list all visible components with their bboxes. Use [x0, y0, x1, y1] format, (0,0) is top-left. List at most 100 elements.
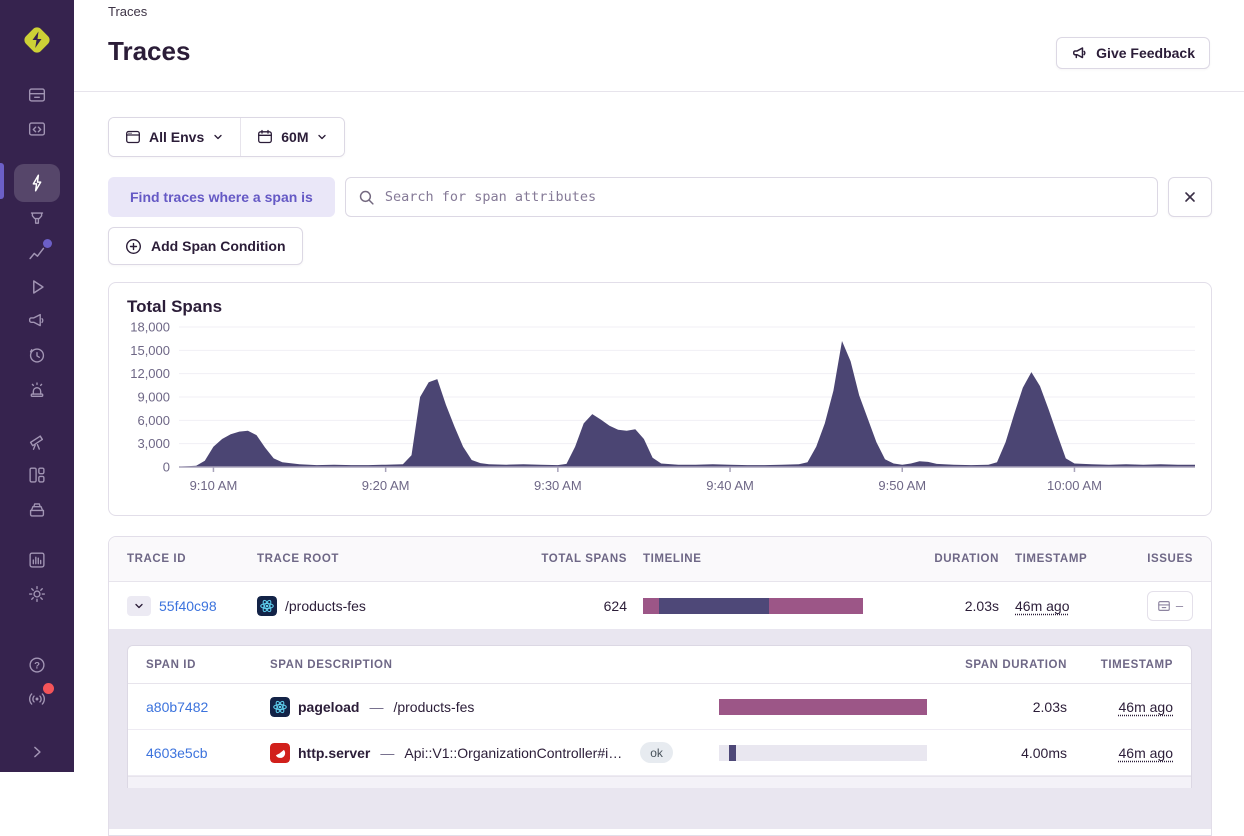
- col-timeline: TIMELINE: [643, 553, 893, 565]
- trace-timeline-bar[interactable]: [643, 598, 863, 614]
- issues-count-placeholder: –: [1176, 598, 1183, 613]
- span-row: 4603e5cb http.server — Api::V1::Organiza…: [128, 730, 1191, 776]
- spans-table-header: SPAN ID SPAN DESCRIPTION SPAN DURATION T…: [128, 646, 1191, 684]
- span-attribute-search[interactable]: [345, 177, 1158, 217]
- main-content: Traces Traces Give Feedback All Envs 60M…: [74, 0, 1244, 772]
- span-duration-bar[interactable]: [719, 745, 927, 761]
- archive-box-icon: [26, 498, 48, 520]
- svg-text:6,000: 6,000: [137, 413, 170, 428]
- sidebar-collapse-button[interactable]: [14, 735, 60, 769]
- sidebar-item-explore[interactable]: [14, 164, 60, 202]
- sidebar-item-alerts[interactable]: [14, 372, 60, 406]
- sidebar-item-issues[interactable]: [14, 78, 60, 112]
- search-icon: [358, 189, 375, 206]
- funnel-icon: [26, 208, 48, 230]
- time-range-filter-value: 60M: [281, 129, 308, 145]
- sidebar-item-archive[interactable]: [14, 492, 60, 526]
- total-spans-area-chart: 03,0006,0009,00012,00015,00018,0009:10 A…: [127, 319, 1197, 497]
- span-duration: 4.00ms: [957, 745, 1067, 761]
- svg-text:9:40 AM: 9:40 AM: [706, 478, 754, 493]
- span-id-link[interactable]: a80b7482: [146, 699, 208, 715]
- siren-icon: [26, 378, 48, 400]
- page-title: Traces: [108, 36, 190, 67]
- close-icon: [1182, 189, 1198, 205]
- clear-query-button[interactable]: [1168, 177, 1212, 217]
- trace-timestamp[interactable]: 46m ago: [1015, 598, 1069, 614]
- add-span-condition-button[interactable]: Add Span Condition: [108, 227, 303, 265]
- trace-query-row: Find traces where a span is: [108, 177, 1212, 217]
- sidebar-item-settings[interactable]: [14, 577, 60, 611]
- chevron-right-icon: [27, 742, 47, 762]
- svg-text:9:30 AM: 9:30 AM: [534, 478, 582, 493]
- next-row-partial: [128, 776, 1191, 788]
- trace-duration: 2.03s: [909, 598, 999, 614]
- telescope-icon: [26, 430, 48, 452]
- sidebar-item-profiling[interactable]: [14, 202, 60, 236]
- traces-table-header: TRACE ID TRACE ROOT TOTAL SPANS TIMELINE…: [109, 537, 1211, 582]
- projects-icon: [26, 118, 48, 140]
- time-range-filter[interactable]: 60M: [240, 118, 344, 156]
- search-input[interactable]: [383, 188, 1145, 206]
- trace-root-label[interactable]: /products-fes: [285, 598, 366, 614]
- span-operation: pageload: [298, 699, 359, 715]
- chevron-down-icon: [212, 131, 224, 143]
- react-project-icon: [257, 596, 277, 616]
- chart-title: Total Spans: [127, 297, 1193, 317]
- sidebar: ?: [0, 0, 74, 772]
- stats-bars-icon: [26, 549, 48, 571]
- svg-text:9:20 AM: 9:20 AM: [362, 478, 410, 493]
- svg-text:3,000: 3,000: [137, 436, 170, 451]
- col-timestamp: TIMESTAMP: [1015, 553, 1115, 565]
- whats-new-notification-dot: [43, 683, 54, 694]
- span-description: Api::V1::OrganizationController#i…: [404, 745, 622, 761]
- col-span-description: SPAN DESCRIPTION: [270, 659, 703, 671]
- sidebar-item-projects[interactable]: [14, 112, 60, 146]
- plus-circle-icon: [125, 238, 142, 255]
- breadcrumb[interactable]: Traces: [108, 4, 147, 19]
- traces-table: TRACE ID TRACE ROOT TOTAL SPANS TIMELINE…: [108, 536, 1212, 836]
- sidebar-item-discover[interactable]: [14, 424, 60, 458]
- sidebar-item-replays[interactable]: [14, 270, 60, 304]
- separator: —: [367, 699, 385, 715]
- sidebar-item-user-feedback[interactable]: [14, 304, 60, 338]
- svg-text:9:50 AM: 9:50 AM: [878, 478, 926, 493]
- window-icon: [125, 129, 141, 145]
- span-id-link[interactable]: 4603e5cb: [146, 745, 208, 761]
- trace-issues-button[interactable]: –: [1147, 591, 1193, 621]
- sidebar-item-insights[interactable]: [14, 236, 60, 270]
- expanded-trace-region: SPAN ID SPAN DESCRIPTION SPAN DURATION T…: [109, 629, 1211, 829]
- trace-expand-toggle[interactable]: [127, 596, 151, 616]
- lightning-icon: [26, 172, 48, 194]
- trace-id-link[interactable]: 55f40c98: [159, 598, 217, 614]
- sidebar-item-releases[interactable]: [14, 338, 60, 372]
- span-duration-bar[interactable]: [719, 699, 927, 715]
- add-span-condition-label: Add Span Condition: [151, 238, 286, 254]
- trace-total-spans: 624: [521, 598, 627, 614]
- col-span-timestamp: TIMESTAMP: [1083, 659, 1173, 671]
- play-icon: [26, 276, 48, 298]
- environment-filter[interactable]: All Envs: [109, 118, 240, 156]
- col-span-id: SPAN ID: [146, 659, 254, 671]
- page-filter-bar: All Envs 60M: [108, 117, 345, 157]
- span-row: a80b7482 pageload — /products-fes 2.03s …: [128, 684, 1191, 730]
- issues-icon: [1157, 599, 1171, 613]
- sidebar-item-whats-new[interactable]: [14, 682, 60, 716]
- chevron-down-icon: [316, 131, 328, 143]
- help-question-icon: ?: [26, 654, 48, 676]
- chevron-down-icon: [133, 600, 145, 612]
- span-timestamp[interactable]: 46m ago: [1119, 745, 1173, 761]
- query-builder-label: Find traces where a span is: [108, 177, 335, 217]
- sentry-logo[interactable]: [16, 18, 58, 62]
- megaphone-icon: [26, 310, 48, 332]
- svg-text:0: 0: [163, 460, 170, 475]
- span-timestamp[interactable]: 46m ago: [1119, 699, 1173, 715]
- issues-icon: [26, 84, 48, 106]
- sidebar-item-stats[interactable]: [14, 543, 60, 577]
- col-trace-id: TRACE ID: [127, 553, 241, 565]
- sidebar-item-help[interactable]: ?: [14, 648, 60, 682]
- col-duration: DURATION: [909, 553, 999, 565]
- give-feedback-button[interactable]: Give Feedback: [1056, 37, 1210, 69]
- sidebar-item-dashboards[interactable]: [14, 458, 60, 492]
- environment-filter-value: All Envs: [149, 129, 204, 145]
- separator: —: [378, 745, 396, 761]
